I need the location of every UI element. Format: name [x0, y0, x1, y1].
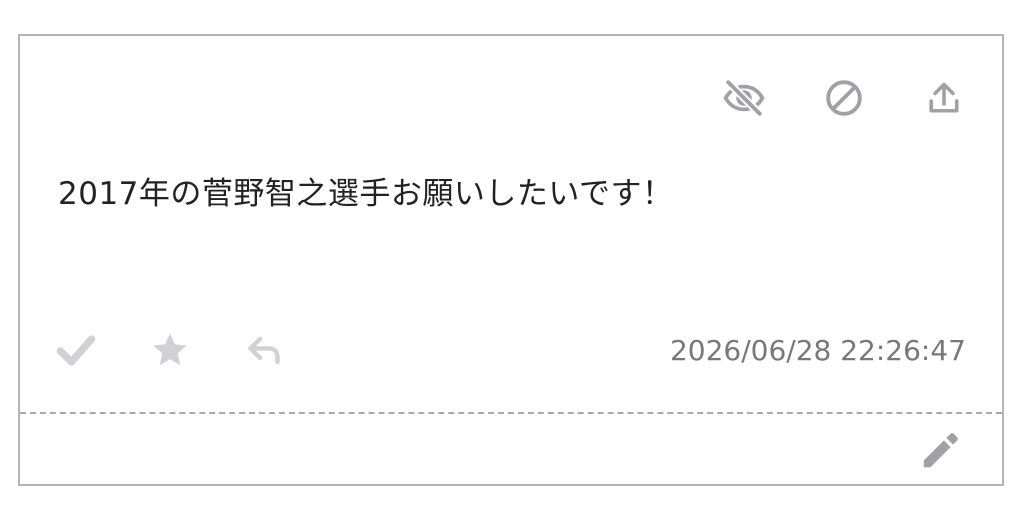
reply-button[interactable] [242, 328, 286, 372]
message-text: 2017年の菅野智之選手お願いしたいです！ [58, 176, 674, 212]
message-timestamp: 2026/06/28 22:26:47 [669, 334, 966, 367]
message-bottom-actions [54, 328, 286, 372]
check-icon [56, 335, 96, 366]
eye-off-icon [723, 79, 765, 117]
block-icon [826, 80, 862, 116]
mark-done-button[interactable] [54, 328, 98, 372]
star-icon [153, 333, 187, 366]
message-top-actions [722, 76, 966, 120]
favorite-button[interactable] [148, 328, 192, 372]
reply-icon [248, 336, 280, 365]
edit-button[interactable] [916, 426, 966, 474]
block-button[interactable] [822, 76, 866, 120]
share-button[interactable] [922, 76, 966, 120]
message-card: 2017年の菅野智之選手お願いしたいです！ 2026/06/28 22:26:4… [18, 34, 1004, 486]
hide-button[interactable] [722, 76, 766, 120]
pencil-icon [923, 433, 958, 468]
share-icon [929, 82, 959, 113]
divider [20, 412, 1002, 414]
